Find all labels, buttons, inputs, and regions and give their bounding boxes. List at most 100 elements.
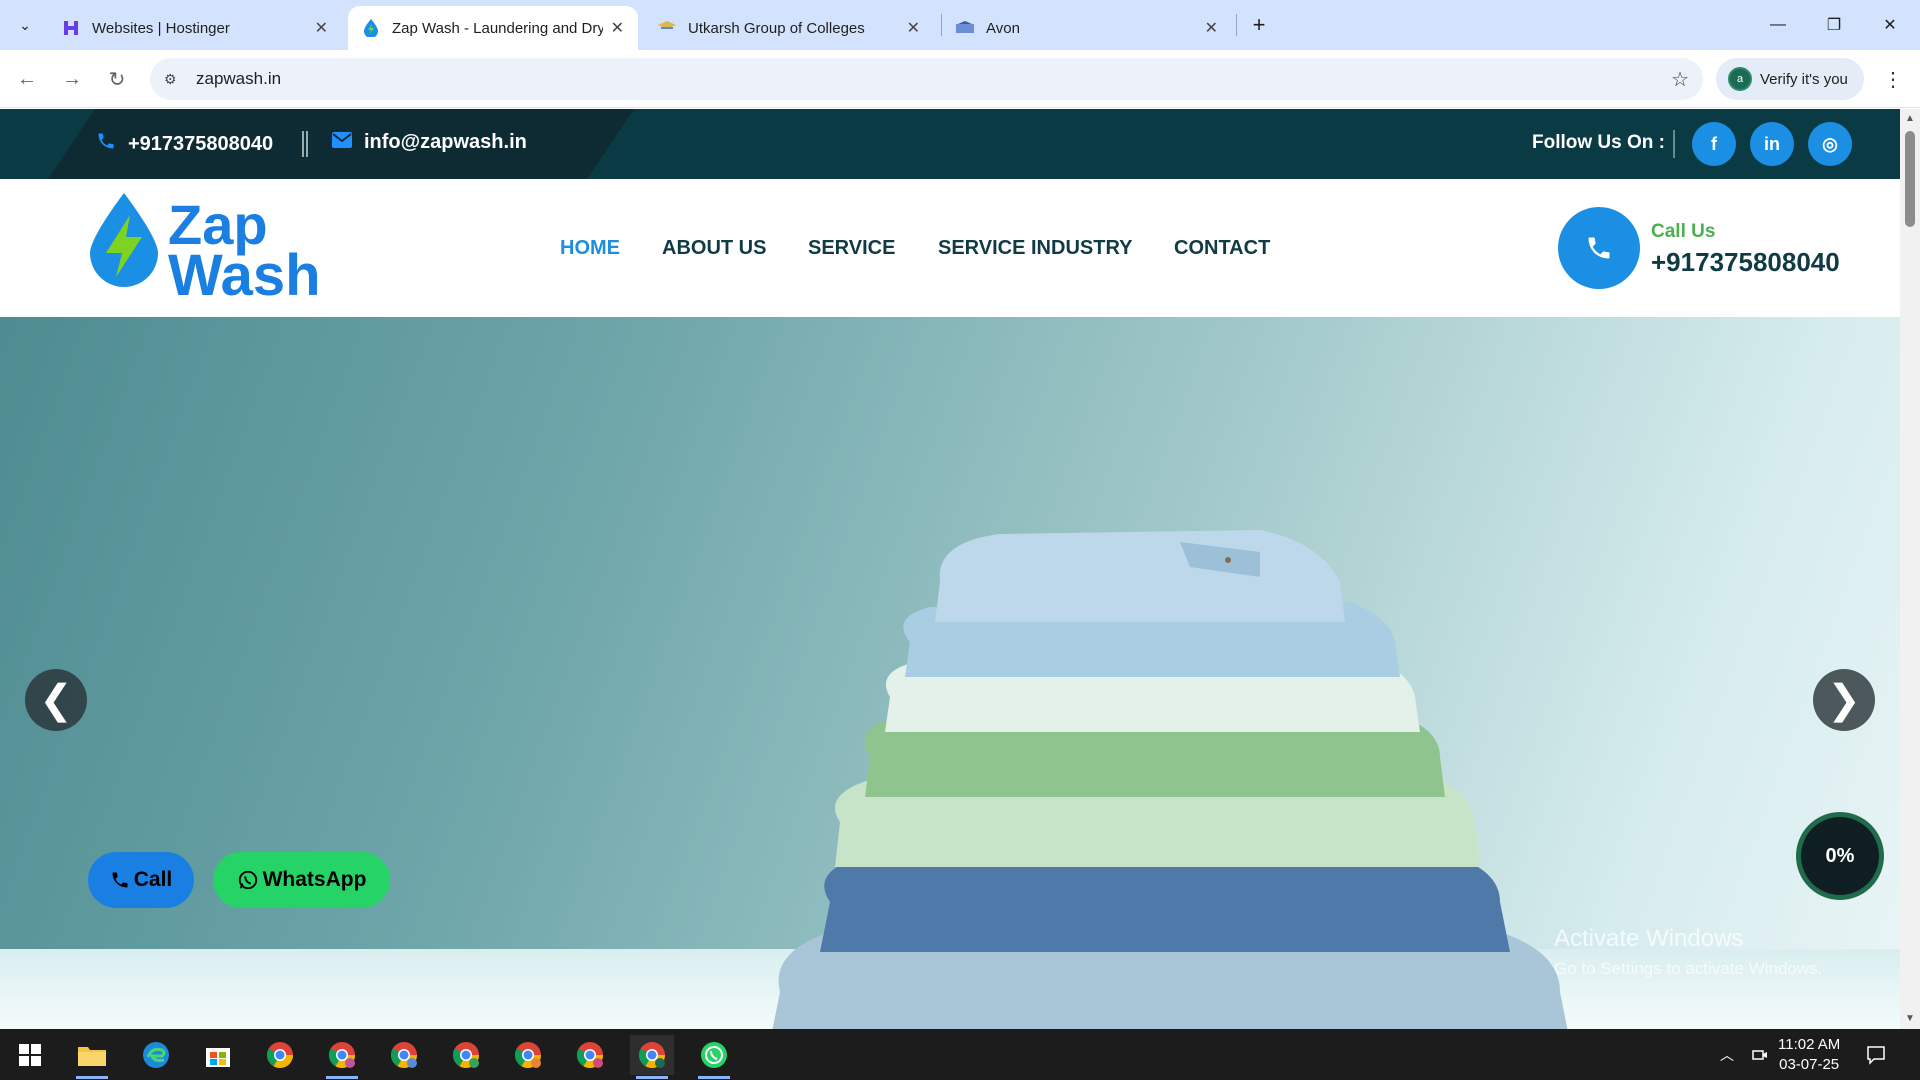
floating-call-label: Call (133, 868, 173, 891)
tab-utkarsh[interactable]: Utkarsh Group of Colleges ✕ (644, 6, 934, 50)
taskbar-chrome-profile-3[interactable] (444, 1035, 488, 1075)
restore-button[interactable]: ❐ (1806, 0, 1862, 50)
nav-service-industry[interactable]: SERVICE INDUSTRY (938, 237, 1132, 260)
call-us-label: Call Us (1651, 221, 1716, 242)
phone-icon (1588, 237, 1610, 259)
topbar-email-text: info@zapwash.in (364, 131, 527, 153)
floating-whatsapp-label: WhatsApp (262, 868, 367, 891)
phone-icon (112, 872, 128, 888)
chrome-icon (514, 1042, 542, 1069)
tray-meet-icon[interactable] (1752, 1029, 1768, 1080)
minimize-icon: — (1770, 16, 1786, 33)
floating-whatsapp-button[interactable]: WhatsApp (213, 852, 390, 908)
notification-icon (1867, 1045, 1885, 1065)
reload-button[interactable]: ↻ (100, 62, 134, 96)
call-us-number[interactable]: +917375808040 (1651, 247, 1840, 278)
close-window-button[interactable]: ✕ (1862, 0, 1918, 50)
instagram-link[interactable]: ◎ (1808, 122, 1852, 166)
taskbar-clock[interactable]: 11:02 AM 03-07-25 (1778, 1035, 1840, 1075)
nav-service[interactable]: SERVICE (808, 237, 895, 260)
chrome-icon (576, 1042, 604, 1069)
bookmark-star-icon[interactable]: ☆ (1671, 67, 1689, 92)
new-tab-button[interactable]: + (1244, 10, 1274, 40)
reload-icon: ↻ (108, 68, 126, 91)
back-button[interactable]: ← (10, 62, 44, 96)
chrome-icon (638, 1042, 666, 1069)
url-text[interactable]: zapwash.in (196, 69, 281, 89)
browser-tab-bar: ⌄ Websites | Hostinger ✕ Zap Wash - Laun… (0, 0, 1920, 50)
taskbar-edge[interactable] (134, 1035, 178, 1075)
water-drop-icon (90, 193, 158, 287)
taskbar-chrome-profile-4[interactable] (506, 1035, 550, 1075)
tab-hostinger[interactable]: Websites | Hostinger ✕ (48, 6, 342, 50)
taskbar-chrome-active[interactable] (630, 1035, 674, 1079)
topbar-divider (302, 131, 308, 157)
utkarsh-favicon-icon (658, 19, 676, 37)
topbar-email[interactable]: info@zapwash.in (332, 131, 527, 154)
close-icon[interactable]: ✕ (611, 18, 624, 38)
browser-toolbar: ← → ↻ ⚙ zapwash.in ☆ a Verify it's you ⋮ (0, 50, 1920, 108)
scroll-down-arrow-icon[interactable]: ▼ (1904, 1013, 1916, 1024)
slider-prev-button[interactable]: ❮ (25, 669, 87, 731)
taskbar-store[interactable] (196, 1035, 240, 1075)
arrow-left-icon: ← (17, 67, 37, 90)
close-icon[interactable]: ✕ (907, 18, 920, 38)
store-icon (206, 1048, 230, 1067)
verify-label: Verify it's you (1760, 70, 1848, 88)
chrome-icon (390, 1042, 418, 1069)
site-logo[interactable]: Zap Wash (88, 191, 348, 305)
chevron-left-icon: ❮ (39, 678, 73, 722)
follow-divider (1673, 130, 1675, 158)
taskbar-whatsapp[interactable] (692, 1035, 736, 1079)
taskbar-file-explorer[interactable] (70, 1035, 114, 1079)
facebook-link[interactable]: f (1692, 122, 1736, 166)
taskbar-chrome-profile-2[interactable] (382, 1035, 426, 1075)
windows-taskbar: ︿ 11:02 AM 03-07-25 (0, 1029, 1920, 1080)
scrollbar-thumb[interactable] (1905, 131, 1915, 227)
activate-windows-title: Activate Windows (1554, 925, 1744, 952)
verify-profile-button[interactable]: a Verify it's you (1716, 58, 1864, 100)
taskbar-chrome-profile-5[interactable] (568, 1035, 612, 1075)
taskbar-chrome[interactable] (258, 1035, 302, 1075)
browser-menu-button[interactable]: ⋮ (1878, 64, 1908, 94)
topbar-phone-text: +917375808040 (128, 132, 274, 155)
address-bar[interactable]: ⚙ zapwash.in ☆ (150, 58, 1703, 100)
close-icon[interactable]: ✕ (315, 18, 328, 38)
activate-windows-subtitle: Go to Settings to activate Windows. (1554, 959, 1823, 978)
call-us-button[interactable] (1558, 207, 1640, 289)
tab-search-button[interactable]: ⌄ (8, 9, 42, 41)
chevron-right-icon: ❯ (1827, 678, 1861, 722)
topbar-phone[interactable]: +917375808040 (96, 131, 273, 157)
scroll-progress-indicator[interactable]: 0% (1796, 812, 1884, 900)
close-icon[interactable]: ✕ (1205, 18, 1218, 38)
start-button[interactable] (8, 1035, 52, 1075)
windows-logo-icon (19, 1044, 41, 1066)
tab-zapwash[interactable]: Zap Wash - Laundering and Dry ✕ (348, 6, 638, 50)
tab-avon[interactable]: Avon ✕ (942, 6, 1232, 50)
close-icon: ✕ (1883, 17, 1897, 34)
page-scrollbar[interactable]: ▲ ▼ (1900, 109, 1920, 1029)
taskbar-chrome-profile-1[interactable] (320, 1035, 364, 1079)
whatsapp-icon (701, 1042, 727, 1068)
restore-icon: ❐ (1826, 17, 1842, 34)
scroll-up-arrow-icon[interactable]: ▲ (1904, 113, 1916, 124)
avatar: a (1728, 67, 1752, 91)
notification-center-button[interactable] (1866, 1029, 1886, 1080)
slider-next-button[interactable]: ❯ (1813, 669, 1875, 731)
nav-home[interactable]: HOME (560, 237, 620, 260)
phone-icon (96, 131, 116, 157)
forward-button[interactable]: → (55, 62, 89, 96)
tray-chevron-up-icon[interactable]: ︿ (1720, 1029, 1734, 1080)
progress-text: 0% (1825, 844, 1855, 867)
avon-favicon-icon (956, 19, 974, 37)
zapwash-favicon-icon (362, 19, 380, 37)
folded-clothes-image (772, 530, 1568, 1029)
site-settings-icon[interactable]: ⚙ (164, 71, 186, 88)
clock-date: 03-07-25 (1779, 1056, 1840, 1073)
linkedin-link[interactable]: in (1750, 122, 1794, 166)
nav-contact[interactable]: CONTACT (1174, 237, 1270, 260)
floating-call-button[interactable]: Call (88, 852, 194, 908)
plus-icon: + (1252, 12, 1266, 37)
nav-about-us[interactable]: ABOUT US (662, 237, 766, 260)
minimize-button[interactable]: — (1750, 0, 1806, 50)
